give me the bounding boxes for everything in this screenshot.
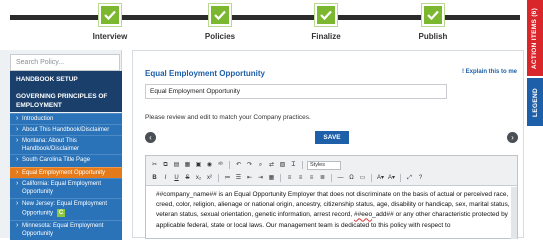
redo-icon[interactable]: ↷ [245, 161, 254, 170]
sidebar-item-california[interactable]: California: Equal Employment Opportunity [10, 178, 122, 198]
help-icon[interactable]: ? [416, 174, 425, 183]
special-char-icon[interactable]: Ω [347, 174, 356, 183]
toolbar-row-1: ✂ ⧉ ▤ ▦ ▣ ◉ ᵃᵇ ↶ ↷ ⌕ ⇄ ▧ Ꮖ Styles [150, 160, 341, 170]
numbered-list-icon[interactable]: ≔ [223, 174, 232, 183]
styles-dropdown[interactable]: Styles [307, 160, 341, 170]
step-label: Finalize [311, 32, 341, 41]
progress-stepper: Interview Policies Finalize Publish [0, 0, 526, 48]
toolbar-separator [371, 174, 372, 182]
sidebar-item-montana[interactable]: Montana: About This Handbook/Disclaimer [10, 135, 122, 155]
bold-icon[interactable]: B [150, 174, 159, 183]
toolbar-separator [280, 174, 281, 182]
status-badge: C [57, 208, 66, 217]
sidebar-item-south-carolina[interactable]: South Carolina Title Page [10, 154, 122, 167]
maximize-icon[interactable]: ⤢ [405, 174, 414, 183]
undo-icon[interactable]: ↶ [234, 161, 243, 170]
sidebar-item-minnesota[interactable]: Minnesota: Equal Employment Opportunity [10, 220, 122, 240]
sidebar-item-label: Montana: About This Handbook/Disclaimer [22, 138, 80, 152]
sidebar-item-new-jersey[interactable]: New Jersey: Equal Employment Opportunity… [10, 198, 122, 220]
page-break-icon[interactable]: ▭ [358, 174, 367, 183]
sidebar-item-label: Minnesota: Equal Employment Opportunity [22, 223, 104, 237]
policy-title: Equal Employment Opportunity [145, 69, 266, 78]
editor-toolbar: ✂ ⧉ ▤ ▦ ▣ ◉ ᵃᵇ ↶ ↷ ⌕ ⇄ ▧ Ꮖ Styles B I U … [146, 156, 517, 186]
globe-icon[interactable]: ◉ [205, 161, 214, 170]
cut-icon[interactable]: ✂ [150, 161, 159, 170]
table-icon[interactable]: ▦ [267, 174, 276, 183]
sidebar-item-label: Equal Employment Opportunity [22, 170, 106, 176]
editor-scrollbar[interactable] [511, 187, 517, 239]
explain-link[interactable]: ! Explain this to me [462, 69, 517, 75]
toolbar-separator [331, 174, 332, 182]
superscript-icon[interactable]: x² [205, 174, 214, 183]
copy-icon[interactable]: ⧉ [161, 161, 170, 170]
align-right-icon[interactable]: ≡ [307, 174, 316, 183]
sidebar-item-label: South Carolina Title Page [22, 157, 91, 163]
step-label: Interview [92, 32, 128, 41]
align-justify-icon[interactable]: ≣ [318, 174, 327, 183]
text-color-icon[interactable]: A▾ [376, 174, 385, 183]
policy-title-input[interactable]: Equal Employment Opportunity [145, 84, 447, 99]
step-publish[interactable]: Publish [388, 4, 478, 41]
sidebar-item-label: About This Handbook/Disclaimer [22, 127, 110, 133]
paste-text-icon[interactable]: ▦ [183, 161, 192, 170]
app-root: Interview Policies Finalize Publish ACTI… [0, 0, 543, 240]
legend-tab[interactable]: LEGEND [527, 78, 543, 126]
underline-icon[interactable]: U [172, 174, 181, 183]
step-label: Policies [204, 32, 236, 41]
step-policies[interactable]: Policies [175, 4, 265, 41]
instructions-text: Please review and edit to match your Com… [145, 114, 311, 121]
search-policy-input[interactable]: Search Policy... [10, 54, 120, 71]
check-icon [99, 4, 121, 26]
toolbar-separator [400, 174, 401, 182]
misspelled-token: ##eeo [354, 211, 373, 219]
check-icon [209, 4, 231, 26]
sidebar-item-label: California: Equal Employment Opportunity [22, 181, 102, 195]
step-label: Publish [418, 32, 448, 41]
paste-icon[interactable]: ▤ [172, 161, 181, 170]
check-icon [315, 4, 337, 26]
replace-icon[interactable]: ⇄ [267, 161, 276, 170]
action-items-label: ACTION ITEMS (6) [531, 7, 539, 69]
bulleted-list-icon[interactable]: ☰ [234, 174, 243, 183]
action-items-tab[interactable]: ACTION ITEMS (6) [527, 0, 543, 76]
find-icon[interactable]: ⌕ [256, 161, 265, 170]
previous-arrow-icon[interactable]: ‹ [145, 132, 156, 143]
step-interview[interactable]: Interview [65, 4, 155, 41]
indent-icon[interactable]: ⇥ [256, 174, 265, 183]
outdent-icon[interactable]: ⇤ [245, 174, 254, 183]
toolbar-separator [218, 174, 219, 182]
align-left-icon[interactable]: ≡ [285, 174, 294, 183]
editor-content[interactable]: ##company_name## is an Equal Opportunity… [156, 190, 511, 231]
toolbar-separator [229, 161, 230, 169]
legend-label: LEGEND [531, 87, 539, 117]
toolbar-row-2: B I U S x₂ x² ≔ ☰ ⇤ ⇥ ▦ ≡ ≡ ≡ ≣ ― Ω ▭ A▾… [150, 173, 425, 183]
save-button[interactable]: SAVE [315, 131, 349, 144]
check-icon [422, 4, 444, 26]
align-center-icon[interactable]: ≡ [296, 174, 305, 183]
paste-word-icon[interactable]: ▣ [194, 161, 203, 170]
spellcheck-icon[interactable]: ᵃᵇ [216, 161, 225, 170]
bg-color-icon[interactable]: A▾ [387, 174, 396, 183]
sidebar-item-label: Introduction [22, 116, 54, 122]
policy-sidebar: Search Policy... HANDBOOK SETUP GOVERNIN… [0, 50, 122, 240]
rich-text-editor: ✂ ⧉ ▤ ▦ ▣ ◉ ᵃᵇ ↶ ↷ ⌕ ⇄ ▧ Ꮖ Styles B I U … [145, 155, 518, 239]
horizontal-line-icon[interactable]: ― [336, 174, 345, 183]
section-handbook-setup[interactable]: HANDBOOK SETUP [10, 71, 122, 88]
italic-icon[interactable]: I [161, 174, 170, 183]
strikethrough-icon[interactable]: S [183, 174, 192, 183]
step-finalize[interactable]: Finalize [281, 4, 371, 41]
next-arrow-icon[interactable]: › [507, 132, 518, 143]
subscript-icon[interactable]: x₂ [194, 174, 203, 183]
select-all-icon[interactable]: ▧ [278, 161, 287, 170]
explain-link-label: Explain this to me [465, 69, 517, 75]
section-governing-principles[interactable]: GOVERNING PRINCIPLES OF EMPLOYMENT [10, 88, 122, 112]
toolbar-separator [302, 161, 303, 169]
remove-format-icon[interactable]: Ꮖ [289, 161, 298, 170]
policy-editor-panel: Equal Employment Opportunity ! Explain t… [132, 50, 524, 239]
